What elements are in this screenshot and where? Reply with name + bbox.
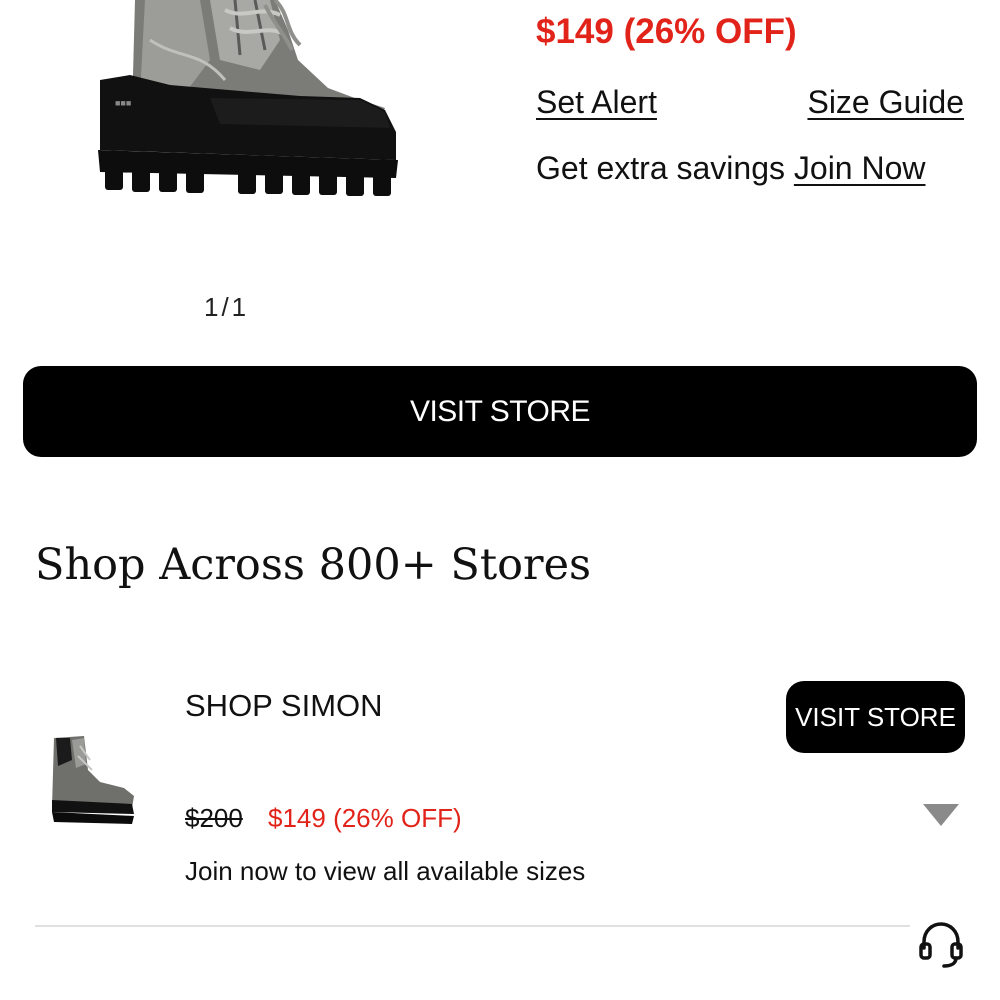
store-sale-price: $149 (26% OFF): [268, 803, 462, 833]
extra-savings-row: Get extra savings Join Now: [536, 150, 926, 187]
store-name: SHOP SIMON: [185, 688, 383, 723]
original-price: $200: [185, 803, 243, 833]
section-title: Shop Across 800+ Stores: [35, 540, 592, 590]
store-visit-button[interactable]: VISIT STORE: [786, 681, 965, 753]
product-image[interactable]: ■■■: [60, 0, 440, 200]
headset-icon[interactable]: [916, 918, 966, 968]
set-alert-link[interactable]: Set Alert: [536, 84, 657, 121]
triangle-down-icon[interactable]: [920, 800, 962, 830]
size-guide-link[interactable]: Size Guide: [807, 84, 964, 121]
sizes-note: Join now to view all available sizes: [185, 856, 586, 886]
divider: [35, 925, 910, 927]
store-row: SHOP SIMON VISIT STORE $200 $149 (26% OF…: [0, 660, 1000, 930]
svg-text:■■■: ■■■: [115, 98, 131, 108]
visit-store-button[interactable]: VISIT STORE: [23, 366, 977, 457]
extra-savings-text: Get extra savings: [536, 150, 785, 186]
join-now-link[interactable]: Join Now: [794, 150, 926, 186]
sale-price: $149 (26% OFF): [536, 12, 797, 51]
boot-thumbnail-icon: [52, 736, 134, 824]
image-counter: 1/1: [204, 292, 250, 322]
